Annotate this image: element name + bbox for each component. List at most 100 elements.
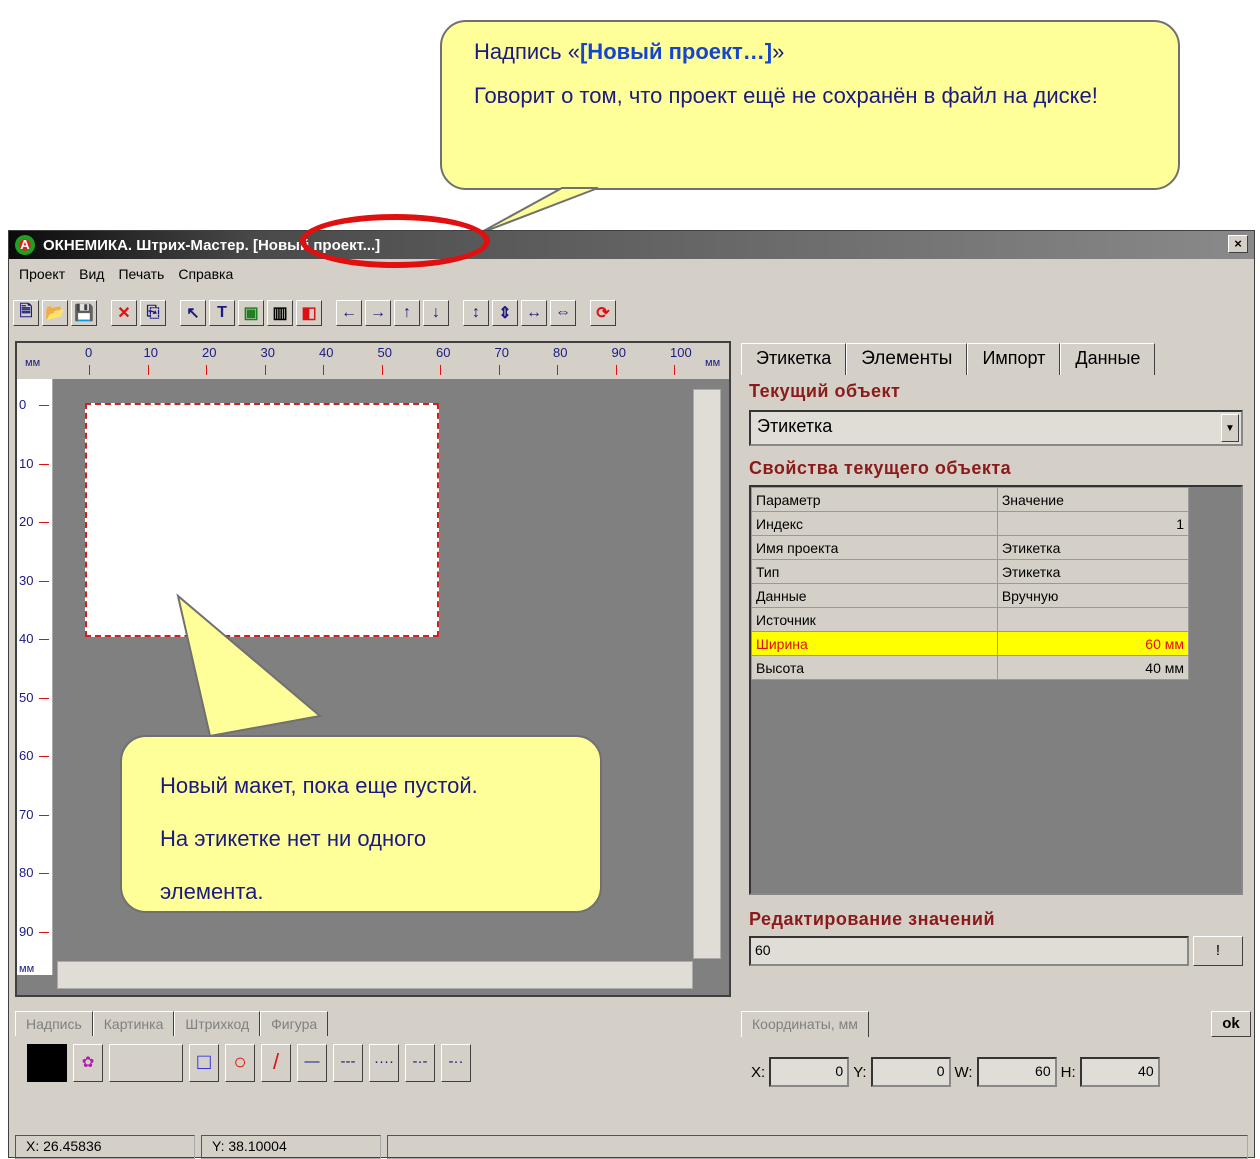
- current-object-select[interactable]: Этикетка ▼: [749, 410, 1243, 446]
- table-cell: 60 мм: [996, 631, 1190, 656]
- table-cell: Этикетка: [996, 535, 1190, 560]
- copy-icon[interactable]: ⎘: [140, 300, 166, 326]
- tab-picture[interactable]: Картинка: [92, 1011, 175, 1036]
- new-icon[interactable]: 🗎: [13, 300, 39, 326]
- edit-value-input[interactable]: 60: [749, 936, 1189, 966]
- line-width-select[interactable]: [109, 1044, 183, 1082]
- text-icon[interactable]: T: [209, 300, 235, 326]
- ruler-tick: [39, 697, 49, 699]
- image-icon[interactable]: ▣: [238, 300, 264, 326]
- table-cell: Индекс: [751, 511, 998, 536]
- tab-import[interactable]: Импорт: [967, 343, 1061, 375]
- arrow-down-icon[interactable]: ↓: [423, 300, 449, 326]
- ruler-tick-label: 90: [611, 345, 626, 360]
- dash-dot-dot-line-icon[interactable]: -··: [441, 1044, 471, 1082]
- menu-item[interactable]: Проект: [19, 266, 65, 282]
- tab-shape[interactable]: Фигура: [260, 1011, 329, 1036]
- table-row[interactable]: Источник: [751, 607, 1190, 632]
- dash-dot-line-icon[interactable]: -·-: [405, 1044, 435, 1082]
- menu-item[interactable]: Печать: [118, 266, 164, 282]
- status-y: Y: 38.10004: [201, 1135, 381, 1159]
- ruler-tick: [39, 522, 49, 523]
- table-row[interactable]: Индекс 1: [751, 511, 1190, 536]
- y-input[interactable]: 0: [870, 1057, 951, 1087]
- ruler-tick-label: 20: [202, 345, 217, 360]
- table-cell: Ширина: [751, 631, 998, 656]
- table-row[interactable]: Высота 40 мм: [751, 655, 1190, 680]
- element-tools-panel: Надпись Картинка Штрихкод Фигура ✿ □ ○ / — …: [15, 1011, 735, 1131]
- table-cell: 40 мм: [996, 655, 1190, 680]
- ruler-tick-label: 60: [436, 345, 451, 360]
- save-icon[interactable]: 💾: [71, 300, 97, 326]
- table-cell: Высота: [751, 655, 998, 680]
- table-cell: Вручную: [996, 583, 1190, 608]
- ruler-tick-label: 10: [143, 345, 158, 360]
- shape-icon[interactable]: ◧: [296, 300, 322, 326]
- table-row[interactable]: Данные Вручную: [751, 583, 1190, 608]
- callout-pointer: [477, 187, 599, 235]
- ruler-tick: [39, 639, 49, 640]
- arrow-right-icon[interactable]: →: [365, 300, 391, 326]
- chevron-down-icon[interactable]: ▼: [1221, 414, 1239, 442]
- tab-coordinates[interactable]: Координаты, мм: [741, 1011, 869, 1037]
- shrink-v-icon[interactable]: ⇕: [492, 300, 518, 326]
- tab-barcode[interactable]: Штрихкод: [174, 1011, 261, 1036]
- ruler-tick-label: 20: [19, 514, 34, 529]
- close-button[interactable]: ×: [1228, 235, 1248, 253]
- ruler-tick: [674, 365, 675, 375]
- column-header: Значение: [996, 487, 1190, 512]
- color-picker-icon[interactable]: ✿: [73, 1044, 103, 1082]
- tab-elements[interactable]: Элементы: [846, 343, 968, 375]
- h-input[interactable]: 40: [1079, 1057, 1160, 1087]
- ruler-tick-label: 70: [494, 345, 509, 360]
- solid-line-icon[interactable]: —: [297, 1044, 327, 1082]
- ruler-tick: [498, 365, 500, 375]
- line-tool-icon[interactable]: /: [261, 1044, 291, 1082]
- callout-unsaved-project: Надпись «[Новый проект…]» Говорит о том,…: [440, 20, 1180, 190]
- shrink-h-icon[interactable]: ⇔: [550, 300, 576, 326]
- table-cell: 1: [996, 511, 1190, 536]
- apply-value-button[interactable]: !: [1193, 936, 1243, 966]
- tab-text[interactable]: Надпись: [15, 1011, 93, 1036]
- ruler-tick: [323, 365, 324, 375]
- rectangle-tool-icon[interactable]: □: [189, 1044, 219, 1082]
- menu-item[interactable]: Справка: [178, 266, 233, 282]
- horizontal-scrollbar[interactable]: [57, 961, 693, 989]
- dotted-line-icon[interactable]: ····: [369, 1044, 399, 1082]
- delete-icon[interactable]: ✕: [111, 300, 137, 326]
- arrow-left-icon[interactable]: ←: [336, 300, 362, 326]
- tab-label[interactable]: Этикетка: [741, 343, 847, 375]
- table-row[interactable]: Имя проекта Этикетка: [751, 535, 1190, 560]
- stretch-v-icon[interactable]: ↕: [463, 300, 489, 326]
- ruler-tick: [39, 931, 49, 933]
- menu-item[interactable]: Вид: [79, 266, 104, 282]
- stretch-h-icon[interactable]: ↔: [521, 300, 547, 326]
- ruler-tick: [39, 580, 49, 582]
- status-x: X: 26.45836: [15, 1135, 195, 1159]
- barcode-icon[interactable]: ▥: [267, 300, 293, 326]
- table-cell: Этикетка: [996, 559, 1190, 584]
- dashed-line-icon[interactable]: ---: [333, 1044, 363, 1082]
- table-cell: Имя проекта: [751, 535, 998, 560]
- fill-color-swatch[interactable]: [27, 1044, 67, 1082]
- open-icon[interactable]: 📂: [42, 300, 68, 326]
- edit-values-title: Редактирование значений: [749, 909, 996, 929]
- w-input[interactable]: 60: [976, 1057, 1057, 1087]
- ruler-tick-label: 0: [19, 397, 27, 412]
- select-icon[interactable]: ↖: [180, 300, 206, 326]
- ruler-tick: [615, 365, 617, 375]
- arrow-up-icon[interactable]: ↑: [394, 300, 420, 326]
- title-bar: A ОКНЕМИКА. Штрих-Мастер. [Новый проект.…: [9, 231, 1254, 259]
- vertical-scrollbar[interactable]: [693, 389, 721, 959]
- ok-button[interactable]: ok: [1211, 1011, 1251, 1037]
- ellipse-tool-icon[interactable]: ○: [225, 1044, 255, 1082]
- callout-empty-layout: Новый макет, пока еще пустой. На этикетк…: [120, 735, 602, 913]
- x-input[interactable]: 0: [769, 1057, 850, 1087]
- tab-data[interactable]: Данные: [1060, 343, 1156, 375]
- ruler-unit: мм: [25, 357, 41, 369]
- table-row[interactable]: Ширина 60 мм: [751, 631, 1190, 656]
- properties-tabs: Этикетка Элементы Импорт Данные: [741, 343, 1251, 375]
- refresh-icon[interactable]: ⟳: [590, 300, 616, 326]
- ruler-tick: [557, 365, 558, 375]
- table-row[interactable]: Тип Этикетка: [751, 559, 1190, 584]
